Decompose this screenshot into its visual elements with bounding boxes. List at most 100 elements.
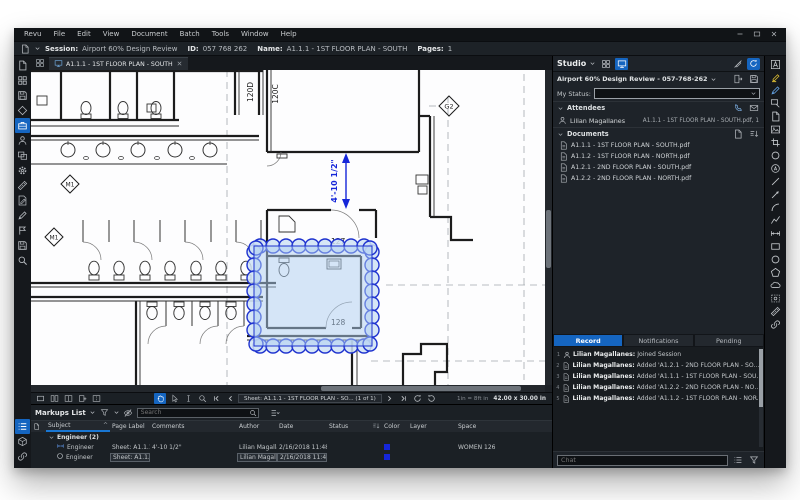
column-subject[interactable]: Subject ^	[46, 421, 110, 432]
highlighter-tool-icon[interactable]	[768, 71, 783, 84]
column-page-label[interactable]: Page Label	[110, 421, 150, 432]
documents-section-header[interactable]: Documents	[553, 127, 764, 140]
column-comments[interactable]: Comments	[150, 421, 237, 432]
note-tool-icon[interactable]	[768, 110, 783, 123]
pen-tool-icon[interactable]	[768, 84, 783, 97]
column-status[interactable]: Status	[327, 421, 382, 432]
column-layer[interactable]: Layer	[408, 421, 456, 432]
menu-tools[interactable]: Tools	[206, 28, 235, 41]
next-view-icon[interactable]	[426, 393, 438, 404]
cloud-markup[interactable]	[253, 245, 373, 347]
file-menu-icon[interactable]	[19, 43, 30, 54]
callout-tool-icon[interactable]	[768, 97, 783, 110]
markups-group-row[interactable]: Engineer (2)	[31, 432, 552, 442]
markups-title-chevron-icon[interactable]	[89, 407, 96, 418]
thumbnails-panel-icon[interactable]	[15, 73, 30, 88]
markup-row-dimension[interactable]: Engineer Sheet: A1.1.1 ... 4'-10 1/2" Li…	[31, 442, 552, 452]
attendee-row[interactable]: Lilian Magallanes A1.1.1 - 1ST FLOOR PLA…	[553, 114, 764, 127]
last-page-icon[interactable]	[398, 393, 410, 404]
crop-tool-icon[interactable]	[768, 136, 783, 149]
sort-documents-icon[interactable]	[747, 128, 760, 140]
markups-search-icon[interactable]	[248, 407, 259, 418]
add-document-icon[interactable]	[731, 128, 744, 140]
single-page-view-icon[interactable]	[34, 393, 46, 404]
polyline-tool-icon[interactable]	[768, 214, 783, 227]
recents-panel-icon[interactable]	[15, 238, 30, 253]
3d-model-panel-icon[interactable]	[15, 434, 30, 449]
markup-alerts-off-icon[interactable]	[731, 58, 744, 70]
markup-row-ellipse[interactable]: Engineer Sheet: A1.1.1 ... Lilian Magall…	[31, 452, 552, 462]
dimension-tool-icon[interactable]	[768, 227, 783, 240]
properties-panel-icon[interactable]	[15, 163, 30, 178]
hide-markups-icon[interactable]	[123, 407, 134, 418]
tab-notifications[interactable]: Notifications	[623, 334, 694, 347]
menu-document[interactable]: Document	[125, 28, 173, 41]
drawing-canvas[interactable]: 120D 120C G2 M1 M1 127 128	[31, 70, 552, 392]
links-panel-icon[interactable]	[15, 449, 30, 464]
split-view-icon[interactable]	[90, 393, 102, 404]
previous-page-icon[interactable]	[224, 393, 236, 404]
markups-search-input[interactable]	[136, 407, 259, 418]
layers-panel-icon[interactable]	[15, 103, 30, 118]
markup-color-chip[interactable]	[384, 454, 390, 460]
my-status-select[interactable]	[593, 88, 760, 99]
session-chevron-icon[interactable]	[710, 73, 717, 85]
tab-close-icon[interactable]	[176, 60, 183, 69]
new-page-icon[interactable]	[76, 393, 88, 404]
ellipse-tool-icon[interactable]	[768, 149, 783, 162]
horizontal-scrollbar[interactable]	[31, 385, 545, 392]
windows-panel-icon[interactable]	[15, 148, 30, 163]
menu-edit[interactable]: Edit	[71, 28, 97, 41]
leave-session-icon[interactable]	[731, 73, 744, 85]
markups-summary-panel-icon[interactable]	[15, 193, 30, 208]
tab-record[interactable]: Record	[553, 334, 624, 347]
record-scrollbar[interactable]	[759, 349, 763, 447]
panel-toggle-icon[interactable]	[33, 57, 47, 69]
image-tool-icon[interactable]	[768, 123, 783, 136]
document-item[interactable]: A1.2.2 - 2ND FLOOR PLAN - NORTH.pdf	[553, 173, 764, 184]
studio-projects-icon[interactable]	[599, 58, 612, 70]
polygon-tool-icon[interactable]	[768, 266, 783, 279]
document-item[interactable]: A1.2.1 - 2ND FLOOR PLAN - SOUTH.pdf	[553, 162, 764, 173]
bookmarks-panel-icon[interactable]	[15, 88, 30, 103]
select-tool-icon[interactable]	[168, 393, 180, 404]
record-scroll-thumb[interactable]	[759, 349, 763, 407]
menu-batch[interactable]: Batch	[174, 28, 206, 41]
oval-tool-icon[interactable]	[768, 253, 783, 266]
document-tab[interactable]: A1.1.1 - 1ST FLOOR PLAN - SOUTH	[49, 57, 188, 70]
record-item[interactable]: 1 Lilian Magallanes: Joined Session	[553, 349, 764, 360]
vertical-scroll-thumb[interactable]	[546, 210, 551, 268]
next-page-icon[interactable]	[384, 393, 396, 404]
sets-panel-icon[interactable]	[15, 133, 30, 148]
menu-window[interactable]: Window	[235, 28, 275, 41]
vertical-scrollbar[interactable]	[545, 70, 552, 385]
markups-filter-icon[interactable]	[99, 407, 110, 418]
sync-icon[interactable]	[747, 57, 760, 70]
text-box-tool-icon[interactable]	[768, 58, 783, 71]
close-icon[interactable]	[770, 30, 778, 40]
studio-panel-icon[interactable]	[15, 118, 30, 133]
studio-title[interactable]: Studio	[557, 59, 586, 68]
markups-list-title[interactable]: Markups List	[35, 409, 86, 417]
studio-chevron-icon[interactable]	[589, 58, 596, 70]
tab-pending[interactable]: Pending	[693, 334, 764, 347]
first-page-icon[interactable]	[210, 393, 222, 404]
horizontal-scroll-thumb[interactable]	[321, 386, 521, 391]
document-item[interactable]: A1.1.1 - 1ST FLOOR PLAN - SOUTH.pdf	[553, 140, 764, 151]
book-view-icon[interactable]	[62, 393, 74, 404]
zoom-tool-icon[interactable]	[196, 393, 208, 404]
menu-revu[interactable]: Revu	[18, 28, 47, 41]
snapshot-tool-icon[interactable]	[768, 292, 783, 305]
email-icon[interactable]	[747, 102, 760, 114]
sheet-navigation-box[interactable]: Sheet: A1.1.1 - 1ST FLOOR PLAN - SO... (…	[238, 394, 382, 403]
minimize-icon[interactable]	[736, 30, 744, 40]
arc-tool-icon[interactable]	[768, 201, 783, 214]
chat-log-icon[interactable]	[731, 454, 744, 466]
markups-list-panel-icon[interactable]	[15, 419, 30, 434]
record-item[interactable]: 5 Lilian Magallanes: Added 'A1.1.2 - 1ST…	[553, 393, 764, 404]
select-text-tool-icon[interactable]	[182, 393, 194, 404]
search-panel-icon[interactable]	[15, 253, 30, 268]
measure-tool-icon[interactable]	[768, 305, 783, 318]
column-author[interactable]: Author	[237, 421, 277, 432]
studio-sessions-icon[interactable]	[615, 57, 629, 70]
